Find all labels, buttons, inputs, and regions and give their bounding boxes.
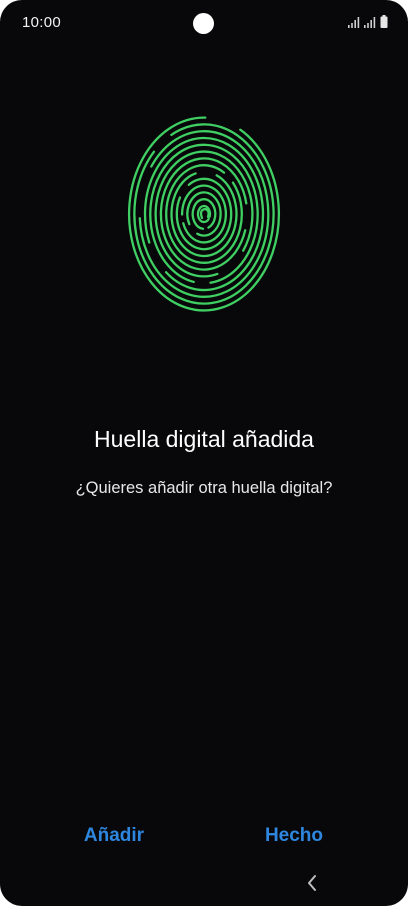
fingerprint-ridge — [180, 184, 228, 244]
chevron-left-icon — [308, 875, 316, 891]
signal-icon — [348, 17, 360, 28]
add-fingerprint-button[interactable]: Añadir — [44, 816, 184, 856]
status-bar: 10:00 — [0, 0, 408, 46]
fingerprint-ridge — [127, 116, 281, 312]
front-camera — [193, 13, 214, 34]
fingerprint-icon — [124, 114, 284, 324]
status-time: 10:00 — [22, 14, 62, 31]
fingerprint-ridge — [175, 177, 233, 251]
signal-icon — [364, 17, 376, 28]
done-button[interactable]: Hecho — [224, 816, 364, 856]
fingerprint-ridge — [191, 198, 217, 230]
fingerprint-ridge — [138, 130, 270, 298]
page-subtitle: ¿Quieres añadir otra huella digital? — [75, 479, 333, 497]
page-title: Huella digital añadida — [94, 426, 314, 452]
back-button[interactable] — [300, 870, 324, 896]
status-icons — [348, 15, 388, 28]
fingerprint-ridge — [159, 157, 248, 271]
fingerprint-ridge — [143, 136, 265, 292]
fingerprint-ridge — [154, 150, 254, 278]
battery-icon — [380, 15, 388, 28]
fingerprint-core — [199, 207, 210, 220]
phone-screen: 10:00 Huella digital añadida ¿Quieres añ… — [0, 0, 408, 906]
